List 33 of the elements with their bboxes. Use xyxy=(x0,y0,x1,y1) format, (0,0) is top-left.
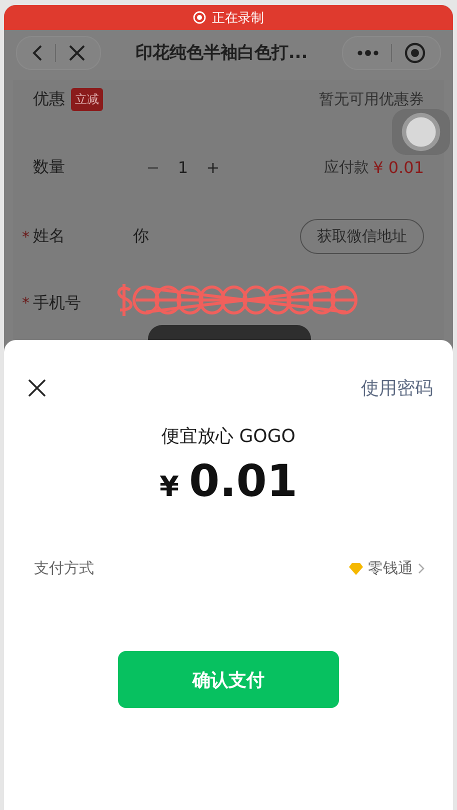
required-marker: * xyxy=(22,228,30,246)
record-icon xyxy=(193,11,206,24)
more-icon[interactable] xyxy=(357,48,379,56)
total-amount: ¥ 0.01 xyxy=(373,158,424,177)
assistive-button[interactable] xyxy=(392,109,450,155)
merchant-name: 便宜放心 GOGO xyxy=(162,425,296,448)
quantity-label: 数量 xyxy=(33,157,66,178)
recording-label: 正在录制 xyxy=(212,10,264,26)
required-marker: * xyxy=(22,294,30,312)
payment-method-selector[interactable]: 零钱通 xyxy=(349,559,425,578)
confirm-payment-button[interactable]: 确认支付 xyxy=(118,651,339,708)
wechat-address-button[interactable]: 获取微信地址 xyxy=(300,219,424,254)
field-label: 手机号 xyxy=(33,292,82,314)
field-value[interactable]: 你 xyxy=(133,226,149,247)
chevron-icon xyxy=(418,563,425,574)
coupon-label: 优惠 xyxy=(33,88,65,110)
close-icon[interactable] xyxy=(28,379,46,397)
discount-tag: 立减 xyxy=(71,88,103,110)
record-icon[interactable] xyxy=(404,42,426,64)
back-icon[interactable] xyxy=(31,44,43,62)
page-title: 印花纯色半袖白色打... xyxy=(134,42,309,64)
total-label: 应付款 xyxy=(324,158,370,177)
coupon-value[interactable]: 暂无可用优惠券 xyxy=(319,90,424,108)
currency-symbol: ¥ xyxy=(159,470,179,503)
plus-button[interactable]: + xyxy=(203,158,223,177)
use-password-link[interactable]: 使用密码 xyxy=(361,376,433,400)
diamond-icon xyxy=(349,562,363,574)
field-label: 姓名 xyxy=(33,226,66,247)
quantity-value: 1 xyxy=(176,158,190,177)
payment-method-label: 支付方式 xyxy=(34,559,94,578)
circle-icon xyxy=(401,112,441,152)
payment-amount: 0.01 xyxy=(188,456,298,507)
minus-button[interactable]: − xyxy=(143,158,163,177)
